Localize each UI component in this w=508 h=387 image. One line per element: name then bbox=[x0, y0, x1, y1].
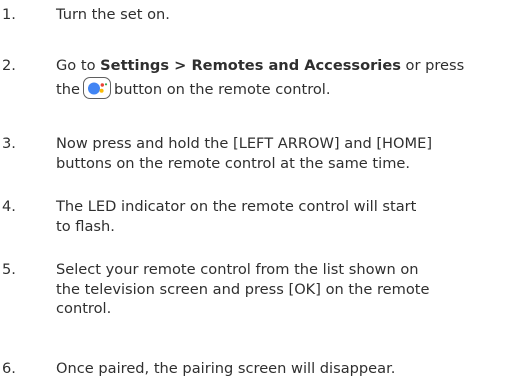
step-text-prefix: Go to bbox=[56, 57, 101, 74]
step-line: Now press and hold the [LEFT ARROW] and … bbox=[56, 135, 433, 152]
step-line: the button on the remote control. bbox=[56, 76, 506, 101]
step-text: Go to Settings > Remotes and Accessories… bbox=[56, 56, 506, 101]
step-number: 3. bbox=[2, 135, 16, 152]
step-text: Once paired, the pairing screen will dis… bbox=[56, 360, 396, 377]
step-line: control. bbox=[56, 300, 112, 317]
step-text-suffix: or press bbox=[400, 57, 465, 74]
step-number: 5. bbox=[2, 261, 16, 278]
google-assistant-button bbox=[82, 76, 111, 99]
step-text: The LED indicator on the remote control … bbox=[56, 197, 506, 236]
step-text: Turn the set on. bbox=[56, 6, 170, 23]
step-line: Select your remote control from the list… bbox=[56, 261, 419, 278]
step-number: 2. bbox=[2, 57, 16, 74]
step-text-suffix: button on the remote control. bbox=[113, 80, 331, 98]
step-number: 4. bbox=[2, 198, 16, 215]
step-line: Go to Settings > Remotes and Accessories… bbox=[56, 56, 506, 76]
step-line: buttons on the remote control at the sam… bbox=[56, 154, 411, 172]
step-number: 1. bbox=[2, 6, 16, 23]
step-number: 6. bbox=[2, 360, 16, 377]
google-assistant-icon bbox=[87, 82, 108, 94]
step-text: Select your remote control from the list… bbox=[56, 260, 506, 319]
step-text-prefix: the bbox=[56, 80, 80, 98]
step-text: Now press and hold the [LEFT ARROW] and … bbox=[56, 134, 506, 173]
step-line: to flash. bbox=[56, 217, 115, 235]
step-line: the television screen and press [OK] on … bbox=[56, 280, 430, 298]
settings-path: Settings > Remotes and Accessories bbox=[100, 57, 401, 74]
step-line: The LED indicator on the remote control … bbox=[56, 198, 417, 215]
